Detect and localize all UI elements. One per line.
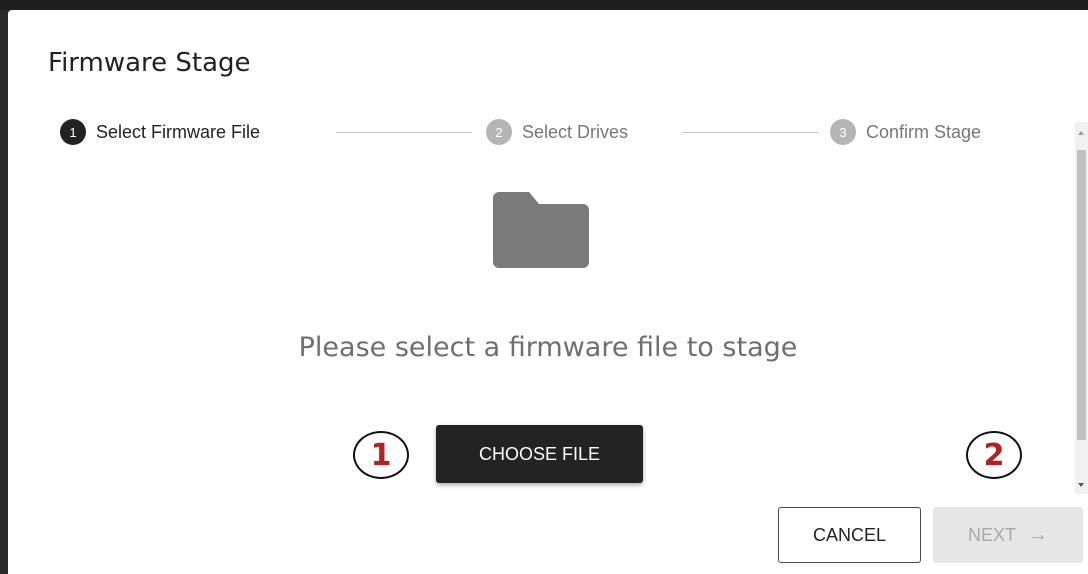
choose-file-button[interactable]: CHOOSE FILE	[436, 425, 643, 483]
next-button[interactable]: NEXT →	[933, 507, 1083, 563]
annotation-badge-2: 2	[966, 431, 1022, 479]
step-connector	[682, 132, 818, 133]
dialog-title: Firmware Stage	[48, 48, 251, 78]
step-label: Confirm Stage	[866, 121, 982, 142]
step-select-drives[interactable]: 2 Select Drives	[486, 117, 628, 147]
vertical-scrollbar[interactable]	[1075, 122, 1088, 494]
arrow-right-icon: →	[1028, 523, 1048, 546]
next-button-label: NEXT	[967, 524, 1016, 545]
scroll-up-arrow-icon[interactable]	[1078, 131, 1084, 135]
step-select-firmware-file[interactable]: 1 Select Firmware File	[60, 117, 260, 147]
step-confirm-stage[interactable]: 3 Confirm Stage	[830, 117, 981, 147]
cancel-button[interactable]: CANCEL	[778, 507, 921, 563]
scrollbar-thumb[interactable]	[1077, 150, 1086, 440]
step-number-1: 1	[60, 119, 86, 145]
firmware-stage-dialog: Firmware Stage 1 Select Firmware File 2 …	[8, 10, 1088, 574]
annotation-badge-1: 1	[353, 431, 409, 479]
background-window-strip	[0, 0, 1088, 10]
step-label: Select Firmware File	[96, 121, 261, 142]
step-number-3: 3	[830, 119, 856, 145]
step-number-2: 2	[486, 119, 512, 145]
empty-state-message: Please select a firmware file to stage	[298, 332, 798, 363]
stepper: 1 Select Firmware File 2 Select Drives 3…	[60, 117, 1020, 147]
step-label: Select Drives	[522, 121, 629, 142]
step-connector	[336, 132, 472, 133]
scroll-down-arrow-icon[interactable]	[1078, 483, 1084, 487]
folder-icon	[493, 192, 589, 268]
